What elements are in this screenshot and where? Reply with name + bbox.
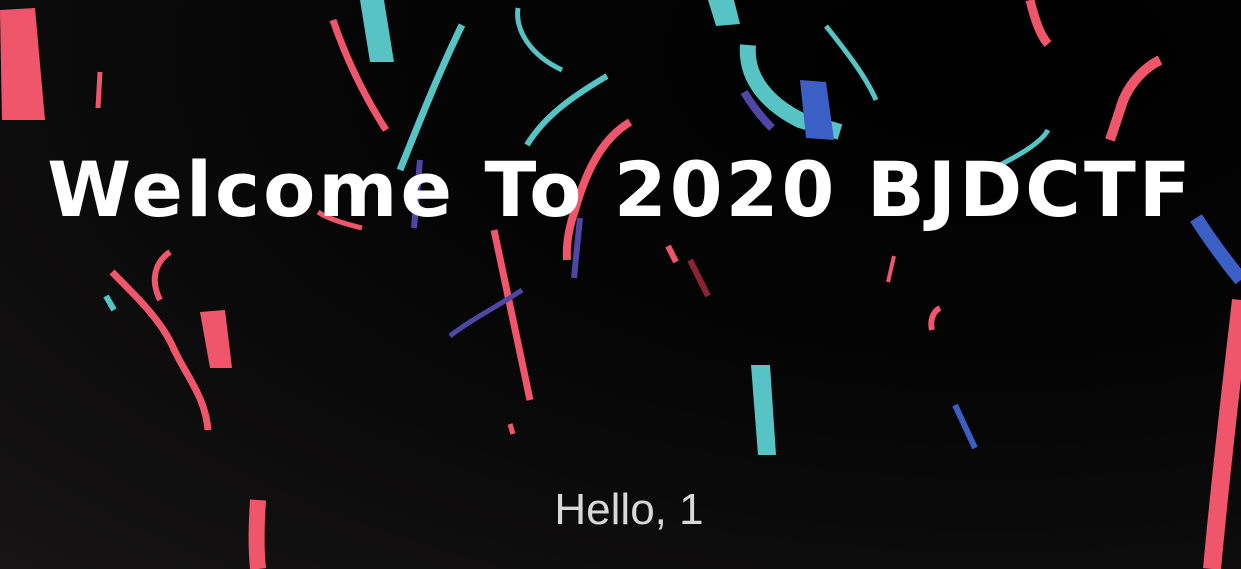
confetti-streamer xyxy=(751,365,776,455)
confetti-streamer xyxy=(524,73,609,147)
confetti-streamer xyxy=(952,403,978,450)
confetti-streamer xyxy=(824,24,879,102)
confetti-streamer xyxy=(200,310,232,368)
confetti-streamer xyxy=(928,305,942,331)
confetti-streamer xyxy=(151,249,172,302)
confetti-streamer xyxy=(515,7,564,73)
confetti-streamer xyxy=(490,229,534,401)
confetti-streamer xyxy=(1105,55,1163,142)
confetti-streamer xyxy=(665,244,679,264)
confetti-streamer xyxy=(708,0,740,26)
welcome-title: Welcome To 2020 BJDCTF xyxy=(47,145,1194,234)
confetti-streamer xyxy=(687,258,711,298)
confetti-streamer xyxy=(360,0,394,62)
greeting-text: Hello, 1 xyxy=(554,485,704,534)
confetti-streamer xyxy=(507,423,516,435)
confetti-streamer xyxy=(0,8,45,120)
confetti-streamer xyxy=(95,71,103,109)
confetti-streamer xyxy=(103,294,117,312)
confetti-streamer xyxy=(800,80,834,140)
confetti-streamer xyxy=(886,255,896,283)
confetti-streamer xyxy=(1025,0,1052,47)
